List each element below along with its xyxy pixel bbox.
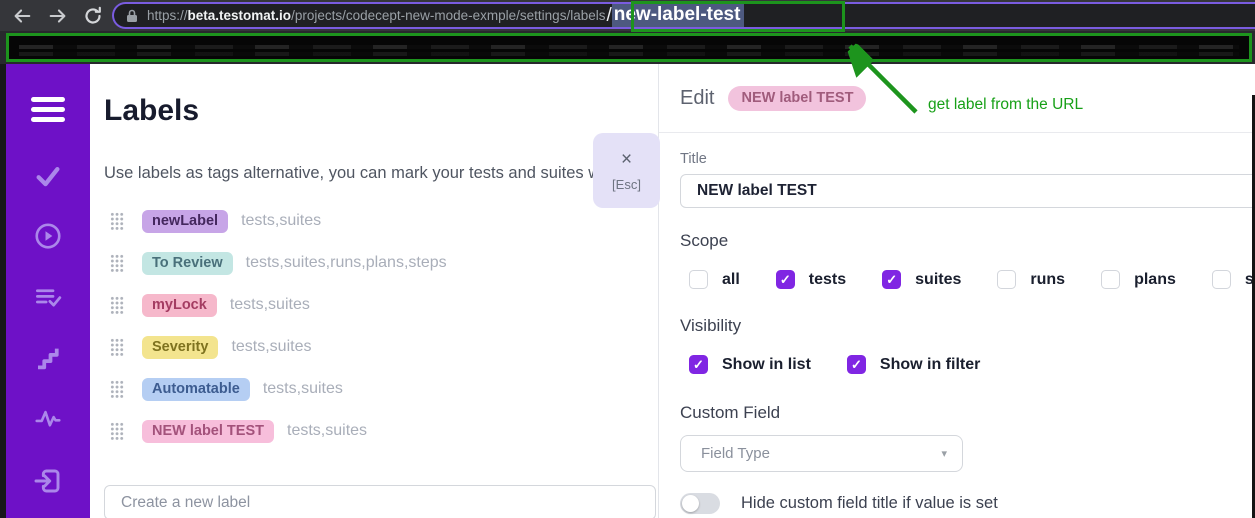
label-badge[interactable]: newLabel xyxy=(142,210,228,233)
reload-icon[interactable] xyxy=(83,6,103,26)
stairs-icon[interactable] xyxy=(33,343,63,378)
checkbox[interactable] xyxy=(689,270,708,289)
label-badge[interactable]: NEW label TEST xyxy=(142,420,274,443)
visibility-heading: Visibility xyxy=(680,316,1255,336)
sidebar xyxy=(6,64,90,518)
checkbox-label: suites xyxy=(915,271,961,289)
redacted-bookmarks-bar xyxy=(6,33,1252,62)
scope-checkbox-tests[interactable]: tests xyxy=(776,270,846,289)
edit-heading: Edit xyxy=(680,87,714,110)
label-scope-text: tests,suites,runs,plans,steps xyxy=(246,254,447,272)
pulse-icon[interactable] xyxy=(33,404,63,439)
scope-checkbox-row: all tests suites runs xyxy=(689,270,1255,289)
checkbox[interactable] xyxy=(1212,270,1231,289)
checkbox-label: plans xyxy=(1134,271,1176,289)
label-badge[interactable]: myLock xyxy=(142,294,217,317)
drag-handle-icon[interactable] xyxy=(110,296,124,314)
visibility-checkbox-show-in-list[interactable]: Show in list xyxy=(689,355,811,374)
close-icon: × xyxy=(621,150,632,169)
esc-hint: [Esc] xyxy=(612,177,641,192)
checkbox-label: Show in filter xyxy=(880,356,980,374)
title-field-label: Title xyxy=(680,151,1255,167)
url-path: /projects/codecept-new-mode-exmple/setti… xyxy=(291,8,605,23)
checkbox[interactable] xyxy=(1101,270,1120,289)
check-icon[interactable] xyxy=(33,161,63,196)
create-label-input[interactable] xyxy=(104,485,656,518)
edit-label-panel: Edit NEW label TEST Title Scope all test… xyxy=(658,64,1255,518)
toggle-knob xyxy=(682,495,699,512)
sign-in-icon[interactable] xyxy=(32,465,64,502)
checkbox[interactable] xyxy=(997,270,1016,289)
url-bar[interactable]: https://beta.testomat.io/projects/codece… xyxy=(112,2,1255,29)
label-scope-text: tests,suites xyxy=(287,422,367,440)
label-scope-text: tests,suites xyxy=(241,212,321,230)
drag-handle-icon[interactable] xyxy=(110,212,124,230)
back-icon[interactable] xyxy=(11,6,33,26)
label-scope-text: tests,suites xyxy=(263,380,343,398)
url-host: beta.testomat.io xyxy=(188,8,292,23)
drag-handle-icon[interactable] xyxy=(110,422,124,440)
toggle-label: Hide custom field title if value is set xyxy=(741,494,998,513)
app-window: Labels Use labels as tags alternative, y… xyxy=(0,64,1255,518)
scope-checkbox-suites[interactable]: suites xyxy=(882,270,961,289)
checkbox-label: runs xyxy=(1030,271,1065,289)
lock-icon xyxy=(126,9,138,23)
checkbox[interactable] xyxy=(776,270,795,289)
checkbox[interactable] xyxy=(689,355,708,374)
checkbox-label: all xyxy=(722,271,740,289)
checkbox[interactable] xyxy=(847,355,866,374)
field-type-value: Field Type xyxy=(701,445,770,462)
label-badge[interactable]: Severity xyxy=(142,336,218,359)
scope-checkbox-runs[interactable]: runs xyxy=(997,270,1065,289)
bookmarks-bar-zone xyxy=(0,31,1255,64)
visibility-checkbox-row: Show in list Show in filter xyxy=(689,355,1255,374)
drag-handle-icon[interactable] xyxy=(110,380,124,398)
checkbox-label: Show in list xyxy=(722,356,811,374)
label-badge[interactable]: Automatable xyxy=(142,378,250,401)
custom-field-heading: Custom Field xyxy=(680,403,1255,423)
label-scope-text: tests,suites xyxy=(231,338,311,356)
visibility-checkbox-show-in-filter[interactable]: Show in filter xyxy=(847,355,980,374)
list-check-icon[interactable] xyxy=(33,282,63,317)
forward-icon[interactable] xyxy=(47,6,69,26)
title-input[interactable] xyxy=(680,174,1255,208)
scope-checkbox-steps[interactable]: steps xyxy=(1212,270,1255,289)
scope-checkbox-plans[interactable]: plans xyxy=(1101,270,1176,289)
scope-checkbox-all[interactable]: all xyxy=(689,270,740,289)
browser-chrome: https://beta.testomat.io/projects/codece… xyxy=(0,0,1255,31)
field-type-select[interactable]: Field Type ▾ xyxy=(680,435,963,472)
url-highlighted-segment: new-label-test xyxy=(612,3,745,28)
chevron-down-icon: ▾ xyxy=(941,447,947,460)
annotation-text: get label from the URL xyxy=(928,96,1083,114)
label-scope-text: tests,suites xyxy=(230,296,310,314)
panel-body: Title Scope all tests suites xyxy=(659,151,1255,514)
url-scheme: https:// xyxy=(147,8,188,23)
drag-handle-icon[interactable] xyxy=(110,338,124,356)
checkbox[interactable] xyxy=(882,270,901,289)
scope-heading: Scope xyxy=(680,231,1255,251)
page: https://beta.testomat.io/projects/codece… xyxy=(0,0,1255,518)
page-description: Use labels as tags alternative, you can … xyxy=(104,164,604,183)
label-badge[interactable]: To Review xyxy=(142,252,233,275)
hamburger-menu-icon[interactable] xyxy=(31,97,65,122)
hide-title-toggle-row: Hide custom field title if value is set xyxy=(680,493,1255,514)
edited-label-badge: NEW label TEST xyxy=(728,86,866,111)
checkbox-label: tests xyxy=(809,271,846,289)
play-circle-icon[interactable] xyxy=(33,221,63,256)
close-panel-button[interactable]: × [Esc] xyxy=(593,133,660,208)
hide-title-toggle[interactable] xyxy=(680,493,720,514)
drag-handle-icon[interactable] xyxy=(110,254,124,272)
